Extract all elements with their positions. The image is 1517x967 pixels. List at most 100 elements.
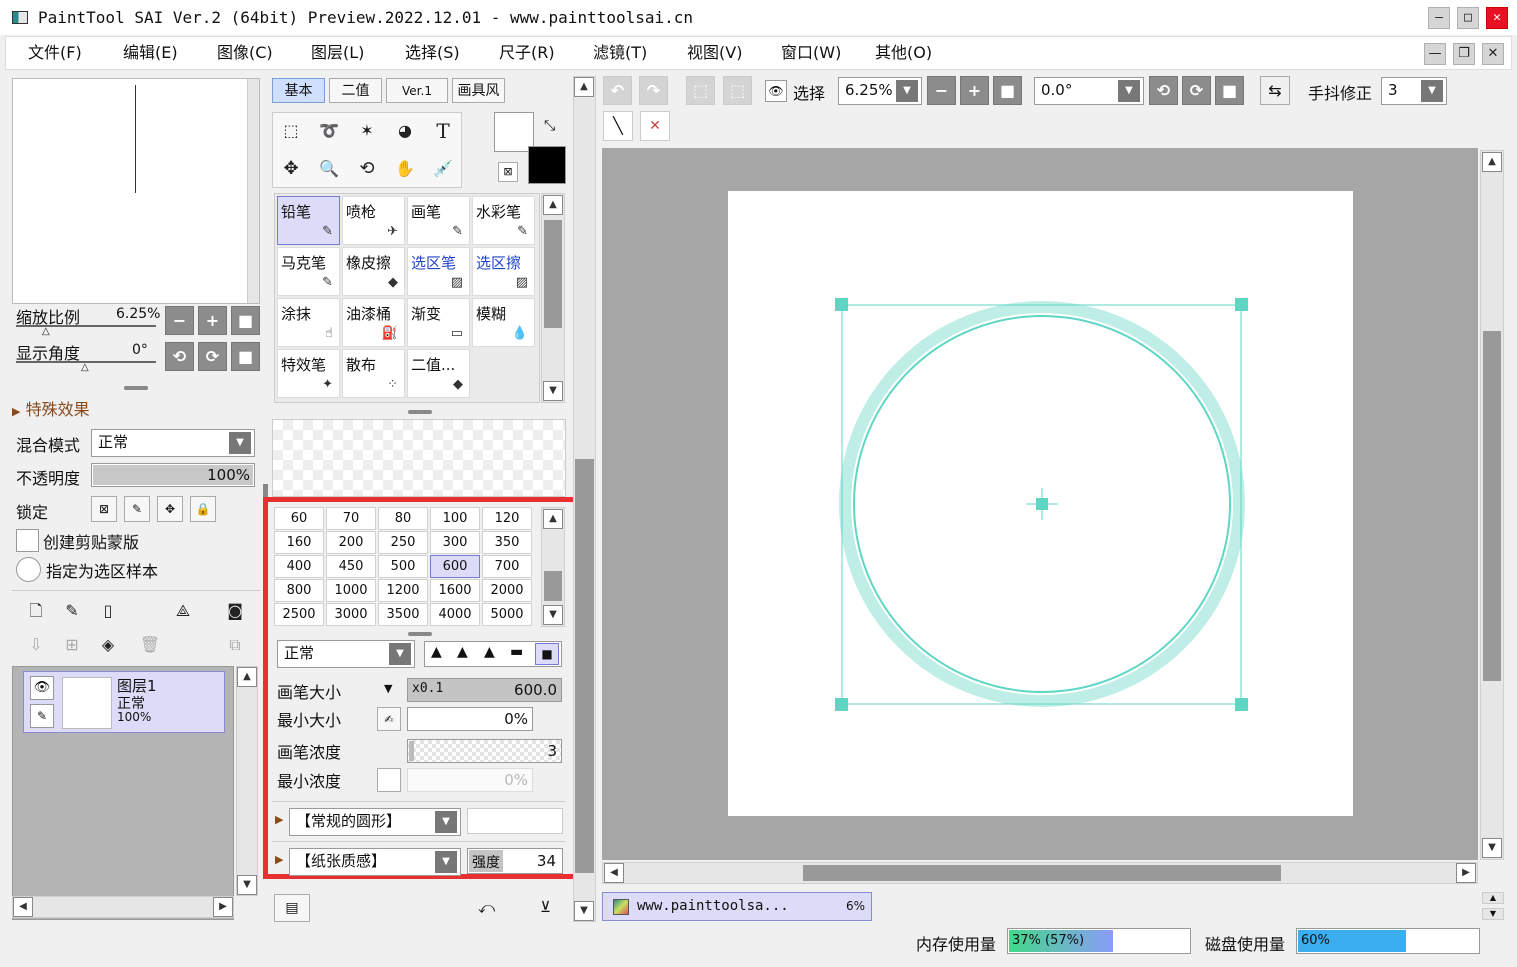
- brush-shape-select[interactable]: 【常规的圆形】 ▼: [289, 808, 461, 836]
- tool-panel-scrollbar[interactable]: ▲ ▼: [573, 76, 596, 922]
- menu-window[interactable]: 窗口(W): [781, 37, 841, 69]
- brush-size-preset[interactable]: 250: [378, 531, 428, 554]
- canvas-zoom-in-button[interactable]: +: [960, 76, 989, 105]
- brush-size-preset[interactable]: 70: [326, 507, 376, 530]
- transform-handle[interactable]: [1235, 298, 1248, 311]
- scroll-up-icon[interactable]: ▲: [574, 77, 594, 97]
- canvas-rotate-reset-button[interactable]: ■: [1215, 76, 1244, 105]
- undo-button[interactable]: ↶: [603, 76, 632, 105]
- effects-expander[interactable]: ▶ 特殊效果: [12, 396, 90, 420]
- scroll-up-icon[interactable]: ▲: [237, 667, 257, 687]
- density-slider[interactable]: 3: [407, 739, 562, 763]
- brush-size-preset[interactable]: 1600: [430, 579, 480, 602]
- brush-size-preset[interactable]: 100: [430, 507, 480, 530]
- brush-size-preset[interactable]: 3000: [326, 603, 376, 626]
- menu-ruler[interactable]: 尺子(R): [499, 37, 555, 69]
- layer-mask-icon[interactable]: ◙: [219, 595, 251, 627]
- clear-layer-icon[interactable]: ◈: [92, 629, 124, 661]
- shape-flat-icon[interactable]: ■: [535, 643, 559, 665]
- tab-scroll-up-icon[interactable]: ▲: [1482, 892, 1504, 904]
- brush-size-preset[interactable]: 60: [274, 507, 324, 530]
- tab-scroll-down-icon[interactable]: ▼: [1482, 908, 1504, 920]
- doc-restore-button[interactable]: ❐: [1453, 43, 1475, 65]
- brush-size-preset[interactable]: 450: [326, 555, 376, 578]
- scroll-down-icon[interactable]: ▼: [574, 901, 594, 921]
- size-dropdown-icon[interactable]: ▼: [384, 682, 392, 695]
- scroll-thumb[interactable]: [544, 571, 562, 601]
- tool-10[interactable]: 渐变 ▭: [407, 298, 470, 347]
- zoom-slider-handle[interactable]: △: [42, 326, 50, 337]
- zoom-tool-icon[interactable]: 🔍: [313, 153, 345, 185]
- menu-view[interactable]: 视图(V): [687, 37, 742, 69]
- brush-size-preset[interactable]: 350: [482, 531, 532, 554]
- canvas-rotate-right-button[interactable]: ⟳: [1182, 76, 1211, 105]
- text-tool-icon[interactable]: T: [427, 115, 459, 147]
- expand-arrow-icon[interactable]: ▶: [275, 853, 283, 866]
- navigator-preview[interactable]: [12, 78, 260, 304]
- layer-row[interactable]: 👁 ✎ 图层1 正常 100%: [23, 671, 225, 733]
- shape-square-icon[interactable]: ▬: [510, 644, 523, 660]
- eyedropper-icon[interactable]: 💉: [427, 153, 459, 185]
- tool-8[interactable]: 涂抹 ☝: [277, 298, 340, 347]
- zoom-reset-button[interactable]: ■: [231, 306, 260, 335]
- menu-select[interactable]: 选择(S): [405, 37, 460, 69]
- brush-size-preset[interactable]: 200: [326, 531, 376, 554]
- brush-settings-icon[interactable]: ▤: [274, 894, 310, 922]
- tool-3[interactable]: 水彩笔 ✎: [472, 196, 535, 245]
- brush-size-preset[interactable]: 1200: [378, 579, 428, 602]
- brush-size-preset[interactable]: 120: [482, 507, 532, 530]
- brush-size-preset[interactable]: 2000: [482, 579, 532, 602]
- tool-13[interactable]: 散布 ⁘: [342, 349, 405, 398]
- scroll-thumb[interactable]: [544, 220, 562, 328]
- pencil-icon[interactable]: ✎: [30, 704, 54, 728]
- lock-paint-icon[interactable]: ✎: [124, 496, 150, 522]
- tool-splitter[interactable]: [408, 410, 432, 414]
- stabilizer-select[interactable]: 3 ▼: [1381, 77, 1447, 105]
- tool-9[interactable]: 油漆桶 ⛽: [342, 298, 405, 347]
- scroll-left-icon[interactable]: ◀: [604, 863, 624, 883]
- tab-binary[interactable]: 二值: [329, 78, 382, 103]
- expand-arrow-icon[interactable]: ▶: [275, 813, 283, 826]
- texture-strength-slider[interactable]: 强度 34: [467, 848, 563, 874]
- menu-filter[interactable]: 滤镜(T): [593, 37, 647, 69]
- menu-edit[interactable]: 编辑(E): [123, 37, 178, 69]
- menu-file[interactable]: 文件(F): [28, 37, 82, 69]
- brush-size-preset[interactable]: 800: [274, 579, 324, 602]
- move-tool-icon[interactable]: ✥: [275, 153, 307, 185]
- min-size-slider[interactable]: 0%: [407, 707, 533, 731]
- scroll-right-icon[interactable]: ▶: [1456, 863, 1476, 883]
- scroll-down-icon[interactable]: ▼: [1482, 838, 1502, 858]
- scroll-thumb[interactable]: [803, 865, 1281, 881]
- rotate-reset-button[interactable]: ■: [231, 342, 260, 371]
- layer-list-scrollbar[interactable]: ▲ ▼: [236, 666, 258, 896]
- tool-2[interactable]: 画笔 ✎: [407, 196, 470, 245]
- transfer-layer-icon[interactable]: ⧉: [219, 629, 251, 661]
- shape-round-icon[interactable]: ▲: [484, 644, 495, 660]
- scroll-down-icon[interactable]: ▼: [543, 605, 563, 625]
- new-folder-icon[interactable]: ▯: [92, 595, 124, 627]
- close-button[interactable]: ✕: [1486, 7, 1508, 29]
- tool-grid-scrollbar[interactable]: ▲ ▼: [541, 193, 565, 403]
- brush-size-preset[interactable]: 300: [430, 531, 480, 554]
- selection-sample-radio[interactable]: [16, 557, 41, 582]
- doc-minimize-button[interactable]: —: [1424, 43, 1446, 65]
- magic-wand-icon[interactable]: ✶: [351, 115, 383, 147]
- angle-slider-handle[interactable]: △: [81, 362, 89, 373]
- zoom-out-button[interactable]: −: [165, 306, 194, 335]
- symmetry-icon[interactable]: ✕: [640, 111, 670, 141]
- min-density-slider[interactable]: 0%: [407, 768, 533, 792]
- brush-size-slider[interactable]: x0.1 600.0: [407, 678, 562, 702]
- shape-bell-icon[interactable]: ▲: [457, 644, 468, 660]
- lasso-icon[interactable]: ➰: [313, 115, 345, 147]
- merge-down-icon[interactable]: ⇩: [20, 629, 52, 661]
- brush-blend-select[interactable]: 正常 ▼: [277, 640, 415, 668]
- deselect-button[interactable]: ⬚: [686, 76, 715, 105]
- scroll-down-icon[interactable]: ▼: [543, 381, 563, 401]
- merge-layer-icon[interactable]: ⊞: [56, 629, 88, 661]
- redo-button[interactable]: ↷: [639, 76, 668, 105]
- reset-brush-icon[interactable]: ⤺: [478, 898, 495, 918]
- tab-ver1[interactable]: Ver.1: [386, 78, 448, 103]
- blend-select[interactable]: 正常 ▼: [91, 429, 255, 457]
- transform-handle[interactable]: [1235, 698, 1248, 711]
- flip-horizontal-button[interactable]: ⇆: [1260, 76, 1290, 105]
